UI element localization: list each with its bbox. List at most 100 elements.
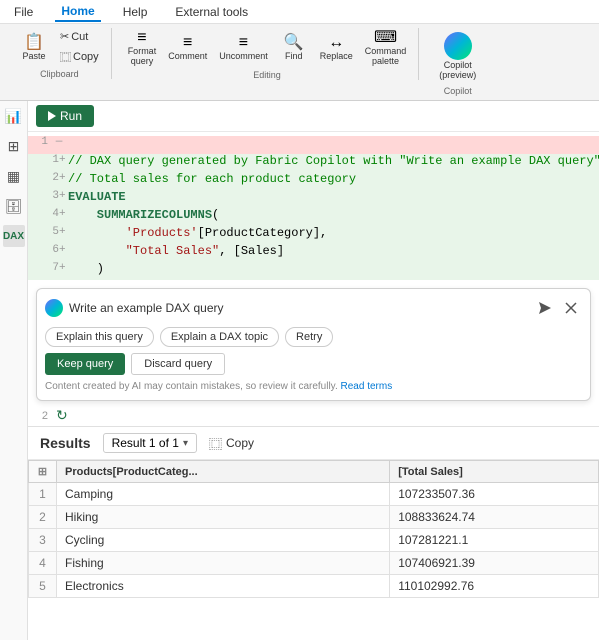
row-sales: 107281221.1 — [390, 529, 599, 552]
command-palette-button[interactable]: ⌨ Commandpalette — [361, 28, 411, 68]
line-content-5p: 'Products'[ProductCategory], — [66, 226, 599, 240]
copilot-popup-icon — [45, 299, 63, 317]
menu-home[interactable]: Home — [55, 2, 100, 22]
keep-query-button[interactable]: Keep query — [45, 353, 125, 375]
sidebar-icon-chart[interactable]: 📊 — [3, 105, 25, 127]
clipboard-group-label: Clipboard — [40, 69, 79, 79]
line-2-area: 2 ↻ — [28, 405, 599, 426]
run-bar: Run — [28, 101, 599, 132]
sidebar-icon-grid2[interactable]: ▦ — [3, 165, 25, 187]
comment-label: Comment — [168, 51, 207, 61]
replace-label: Replace — [320, 51, 353, 61]
line-content-4p: SUMMARIZECOLUMNS( — [66, 208, 599, 222]
line-content-7p: ) — [66, 262, 599, 276]
paste-label: Paste — [22, 51, 45, 61]
refresh-icon[interactable]: ↻ — [56, 407, 68, 424]
th-row-num: ⊞ — [29, 461, 57, 483]
sidebar-icon-dax[interactable]: DAX — [3, 225, 25, 247]
main-area: 📊 ⊞ ▦ 🗄 DAX Run 1 — 1+ // DAX — [0, 101, 599, 640]
menu-external-tools[interactable]: External tools — [169, 3, 254, 21]
run-label: Run — [60, 109, 82, 123]
cut-label: Cut — [71, 31, 88, 43]
uncomment-icon: ≡ — [239, 35, 248, 51]
code-line-3p: 3+ EVALUATE — [28, 190, 599, 208]
line-num-2: 2 — [28, 410, 52, 422]
format-query-icon: ≡ — [137, 30, 146, 46]
editing-group-label: Editing — [253, 70, 281, 80]
copilot-query-text: Write an example DAX query — [69, 301, 528, 315]
send-icon — [538, 301, 552, 315]
row-sales: 110102992.76 — [390, 575, 599, 598]
line-content-3p: EVALUATE — [66, 190, 599, 204]
code-line-5p: 5+ 'Products'[ProductCategory], — [28, 226, 599, 244]
cut-button[interactable]: ✂ Cut — [56, 28, 103, 45]
copy-label: Copy — [226, 436, 254, 450]
ribbon-group-copilot: Copilot(preview) Copilot — [423, 28, 492, 96]
explain-dax-topic-button[interactable]: Explain a DAX topic — [160, 327, 279, 347]
code-line-1p: 1+ // DAX query generated by Fabric Copi… — [28, 154, 599, 172]
read-terms-link[interactable]: Read terms — [341, 381, 393, 392]
comment-button[interactable]: ≡ Comment — [164, 33, 211, 63]
ribbon: 📋 Paste ✂ Cut ⿴ Copy Clipboard ≡ Formatq… — [0, 24, 599, 101]
cut-icon: ✂ — [60, 30, 69, 43]
copilot-action-buttons: Explain this query Explain a DAX topic R… — [45, 327, 582, 347]
ai-disclaimer: Content created by AI may contain mistak… — [45, 381, 582, 392]
line-plus-2p: 2+ — [52, 172, 66, 184]
row-num: 1 — [29, 483, 57, 506]
uncomment-button[interactable]: ≡ Uncomment — [215, 33, 272, 63]
table-row: 3 Cycling 107281221.1 — [29, 529, 599, 552]
table-row: 2 Hiking 108833624.74 — [29, 506, 599, 529]
run-button[interactable]: Run — [36, 105, 94, 127]
retry-button[interactable]: Retry — [285, 327, 333, 347]
ribbon-group-editing: ≡ Formatquery ≡ Comment ≡ Uncomment 🔍 Fi… — [116, 28, 420, 80]
close-icon — [565, 302, 577, 314]
paste-button[interactable]: 📋 Paste — [16, 33, 52, 63]
replace-button[interactable]: ↔ Replace — [316, 33, 357, 63]
line-content-6p: "Total Sales", [Sales] — [66, 244, 599, 258]
copilot-button[interactable]: Copilot(preview) — [431, 28, 484, 84]
table-row: 4 Fishing 107406921.39 — [29, 552, 599, 575]
explain-this-query-button[interactable]: Explain this query — [45, 327, 154, 347]
find-label: Find — [285, 51, 303, 61]
line-plus-3p: 3+ — [52, 190, 66, 202]
sidebar: 📊 ⊞ ▦ 🗄 DAX — [0, 101, 28, 640]
command-palette-label: Commandpalette — [365, 46, 407, 66]
row-sales: 108833624.74 — [390, 506, 599, 529]
row-sales: 107406921.39 — [390, 552, 599, 575]
copilot-label: Copilot(preview) — [439, 60, 476, 80]
sidebar-icon-database[interactable]: 🗄 — [3, 195, 25, 217]
results-title: Results — [40, 435, 91, 451]
sidebar-icon-grid[interactable]: ⊞ — [3, 135, 25, 157]
copy-ribbon-label: Copy — [73, 51, 99, 63]
line-num-1: 1 — [28, 136, 52, 148]
copy-ribbon-button[interactable]: ⿴ Copy — [56, 47, 103, 67]
result-nav-dropdown[interactable]: Result 1 of 1 ▾ — [103, 433, 197, 453]
menu-help[interactable]: Help — [117, 3, 154, 21]
format-query-button[interactable]: ≡ Formatquery — [124, 28, 161, 68]
results-table: ⊞ Products[ProductCateg... [Total Sales]… — [28, 460, 599, 598]
results-header: Results Result 1 of 1 ▾ ⿴ Copy — [28, 427, 599, 460]
copilot-header-icons — [534, 297, 582, 319]
copilot-close-button[interactable] — [560, 297, 582, 319]
code-editor[interactable]: 1 — 1+ // DAX query generated by Fabric … — [28, 132, 599, 284]
line-plus-7p: 7+ — [52, 262, 66, 274]
paste-icon: 📋 — [24, 35, 44, 51]
code-line-6p: 6+ "Total Sales", [Sales] — [28, 244, 599, 262]
copy-results-button[interactable]: ⿴ Copy — [209, 434, 254, 453]
copilot-popup-header: Write an example DAX query — [45, 297, 582, 319]
discard-query-button[interactable]: Discard query — [131, 353, 225, 375]
uncomment-label: Uncomment — [219, 51, 268, 61]
comment-icon: ≡ — [183, 35, 192, 51]
find-button[interactable]: 🔍 Find — [276, 33, 312, 63]
editor-area: Run 1 — 1+ // DAX query generated by Fab… — [28, 101, 599, 640]
row-category: Hiking — [57, 506, 390, 529]
line-plus-1p: 1+ — [52, 154, 66, 166]
menu-bar: File Home Help External tools — [0, 0, 599, 24]
th-total-sales: [Total Sales] — [390, 461, 599, 483]
row-num: 3 — [29, 529, 57, 552]
line-content-2p: // Total sales for each product category — [66, 172, 599, 186]
copilot-send-button[interactable] — [534, 297, 556, 319]
row-sales: 107233507.36 — [390, 483, 599, 506]
run-triangle-icon — [48, 111, 56, 121]
menu-file[interactable]: File — [8, 3, 39, 21]
